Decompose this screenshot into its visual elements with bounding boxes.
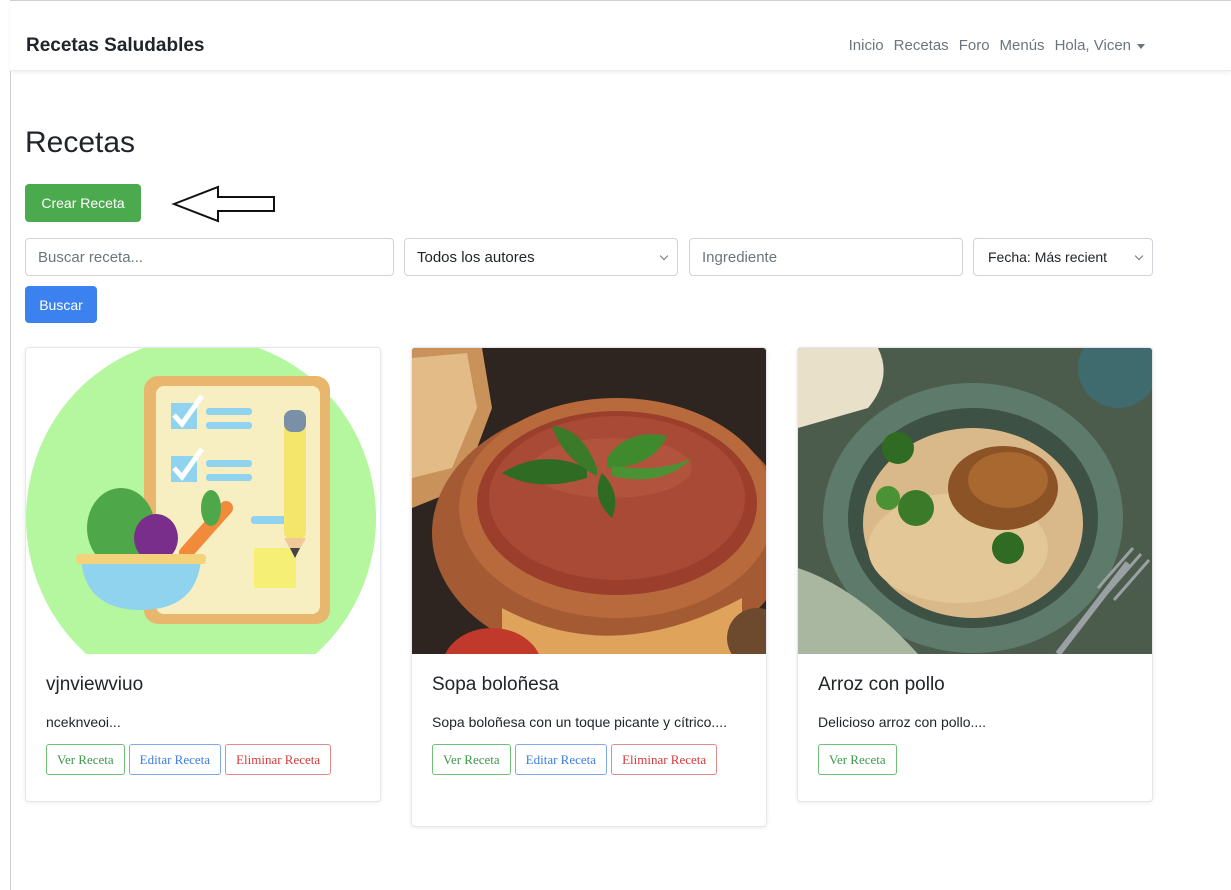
ingredient-placeholder: Ingrediente [702,248,778,266]
recipe-title: vjnviewviuo [46,674,144,695]
nav-link-foro[interactable]: Foro [959,37,990,54]
chevron-down-icon [1134,251,1144,261]
card-body: Sopa boloñesa Sopa boloñesa con un toque… [412,654,766,793]
recipe-photo [798,348,1152,654]
chevron-down-icon [659,251,669,261]
brand-logo[interactable]: Recetas Saludables [26,35,204,57]
delete-recipe-button[interactable]: Eliminar Receta [225,744,332,775]
nav-link-menus[interactable]: Menús [1000,37,1045,54]
recipe-card: Arroz con pollo Delicioso arroz con poll… [797,347,1153,802]
user-greeting: Hola, Vicen [1054,37,1131,54]
recipe-description: Sopa boloñesa con un toque picante y cít… [432,714,727,730]
date-sort-value: Fecha: Más recient [988,249,1108,265]
view-recipe-button[interactable]: Ver Receta [46,744,125,775]
date-sort-select[interactable]: Fecha: Más recient [973,238,1153,276]
nav-links: Inicio Recetas Foro Menús Hola, Vicen [849,37,1145,54]
author-select-value: Todos los autores [417,248,535,266]
user-dropdown[interactable]: Hola, Vicen [1055,37,1145,54]
search-button[interactable]: Buscar [25,286,97,323]
card-actions: Ver Receta Editar Receta Eliminar Receta [46,744,360,775]
card-body: Arroz con pollo Delicioso arroz con poll… [798,654,1152,793]
recipe-image [412,348,766,654]
card-body: vjnviewviuo nceknveoi... Ver Receta Edit… [26,654,380,793]
recipe-description: nceknveoi... [46,714,121,730]
delete-recipe-button[interactable]: Eliminar Receta [611,744,718,775]
recipe-illustration [26,348,380,654]
search-input[interactable]: Buscar receta... [25,238,394,276]
edit-recipe-button[interactable]: Editar Receta [514,744,608,775]
card-actions: Ver Receta Editar Receta Eliminar Receta [432,744,746,775]
caret-down-icon [1137,43,1145,49]
recipe-title: Sopa boloñesa [432,674,559,695]
recipe-title: Arroz con pollo [818,674,945,695]
recipe-description: Delicioso arroz con pollo.... [818,714,987,730]
nav-link-recetas[interactable]: Recetas [894,37,949,54]
recipe-card: Sopa boloñesa Sopa boloñesa con un toque… [411,347,767,827]
card-actions: Ver Receta [818,744,1132,775]
recipe-image [798,348,1152,654]
view-recipe-button[interactable]: Ver Receta [818,744,897,775]
recipe-image [26,348,380,654]
ingredient-input[interactable]: Ingrediente [689,238,963,276]
edit-recipe-button[interactable]: Editar Receta [128,744,222,775]
recipe-card: vjnviewviuo nceknveoi... Ver Receta Edit… [25,347,381,802]
create-recipe-button[interactable]: Crear Receta [25,184,141,222]
search-placeholder: Buscar receta... [38,248,144,266]
nav-link-inicio[interactable]: Inicio [849,37,884,54]
page-title: Recetas [25,126,136,159]
recipe-photo [412,348,766,654]
navbar: Recetas Saludables Inicio Recetas Foro M… [10,1,1231,71]
view-recipe-button[interactable]: Ver Receta [432,744,511,775]
left-arrow-icon [171,185,275,223]
author-select[interactable]: Todos los autores [404,238,678,276]
